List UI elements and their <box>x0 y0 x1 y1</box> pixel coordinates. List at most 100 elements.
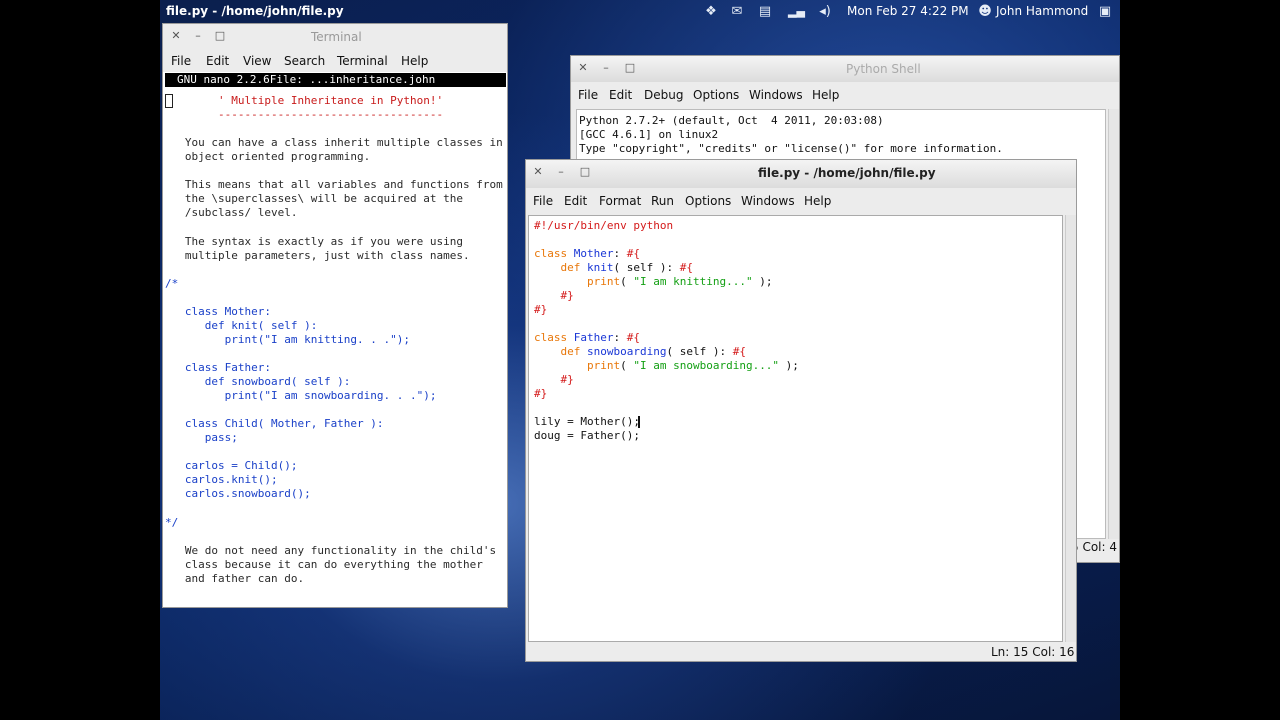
menu-view[interactable]: View <box>243 54 271 68</box>
menu-edit[interactable]: Edit <box>609 88 632 102</box>
menu-terminal[interactable]: Terminal <box>337 54 388 68</box>
nano-line: ' Multiple Inheritance in Python!' <box>165 94 444 107</box>
nano-line: class Child( Mother, Father ): <box>165 417 384 431</box>
menu-format[interactable]: Format <box>599 194 641 208</box>
nano-line: class Mother: <box>165 304 271 318</box>
code-line: #} <box>534 303 548 316</box>
shell-line: Type "copyright", "credits" or "license(… <box>579 142 1003 155</box>
code-line: #} <box>560 373 574 386</box>
terminal-window: ✕ – □ Terminal File Edit View Search Ter… <box>162 23 508 608</box>
nano-line: class Father: <box>165 360 271 374</box>
nano-line: carlos = Child(); <box>165 459 298 473</box>
maximize-icon[interactable]: □ <box>578 165 592 179</box>
shell-line: [GCC 4.6.1] on linux2 <box>579 128 719 141</box>
menu-file[interactable]: File <box>171 54 191 68</box>
nano-line: /* <box>165 276 179 290</box>
menu-file[interactable]: File <box>533 194 553 208</box>
menu-help[interactable]: Help <box>804 194 831 208</box>
editor-titlebar[interactable]: ✕ – □ file.py - /home/john/file.py <box>526 160 1076 188</box>
maximize-icon[interactable]: □ <box>623 61 637 75</box>
nano-status-bar: GNU nano 2.2.6File: ...inheritance.john <box>165 73 506 87</box>
minimize-icon[interactable]: – <box>554 165 568 179</box>
menu-edit[interactable]: Edit <box>206 54 229 68</box>
code-line: print( "I am knitting..." ); <box>586 275 773 288</box>
nano-line: def snowboard( self ): <box>165 375 351 388</box>
menu-file[interactable]: File <box>578 88 598 102</box>
editor-status: Ln: 15 Col: 16 <box>991 645 1075 659</box>
editor-scrollbar[interactable] <box>1065 215 1076 642</box>
text-cursor <box>638 416 640 428</box>
menu-windows[interactable]: Windows <box>749 88 803 102</box>
dropbox-icon[interactable]: ❖ <box>703 3 719 20</box>
window-title: file.py - /home/john/file.py <box>758 166 936 180</box>
nano-line: The syntax is exactly as if you were usi… <box>165 234 464 248</box>
nano-line: /subclass/ level. <box>165 206 298 220</box>
code-line: doug = Father(); <box>534 429 640 442</box>
nano-line: pass; <box>165 431 238 445</box>
clipboard-icon[interactable]: ▤ <box>757 3 773 20</box>
nano-line: print("I am knitting. . ."); <box>165 332 411 346</box>
nano-line: multiple parameters, just with class nam… <box>165 248 470 262</box>
mail-icon[interactable]: ✉ <box>728 3 746 20</box>
active-window-title[interactable]: file.py - /home/john/file.py <box>166 4 344 18</box>
code-line: class Father: #{ <box>534 331 640 344</box>
nano-line: You can have a class inherit multiple cl… <box>165 136 503 150</box>
code-editor[interactable]: #!/usr/bin/env python class Mother: #{ d… <box>528 215 1063 642</box>
nano-line: carlos.knit(); <box>165 473 278 487</box>
nano-line: class because it can do everything the m… <box>165 557 483 571</box>
top-panel: file.py - /home/john/file.py ❖ ✉ ▤ ▂▄ ◂)… <box>160 0 1120 24</box>
volume-icon[interactable]: ◂) <box>817 3 833 20</box>
python-shell-scrollbar[interactable] <box>1108 109 1119 539</box>
minimize-icon[interactable]: – <box>191 29 205 43</box>
close-icon[interactable]: ✕ <box>531 165 545 179</box>
python-shell-status: 5 Col: 4 <box>1071 540 1117 554</box>
nano-line: the \superclasses\ will be acquired at t… <box>165 192 464 206</box>
minimize-icon[interactable]: – <box>599 61 613 75</box>
display-icon[interactable]: ▣ <box>1095 3 1115 20</box>
menu-debug[interactable]: Debug <box>644 88 683 102</box>
terminal-titlebar[interactable]: ✕ – □ Terminal <box>163 24 507 50</box>
nano-line: We do not need any functionality in the … <box>165 543 497 557</box>
nano-line: print("I am snowboarding. . ."); <box>165 389 437 403</box>
desktop: file.py - /home/john/file.py ❖ ✉ ▤ ▂▄ ◂)… <box>160 0 1120 720</box>
code-line: lily = Mother(); <box>534 415 640 428</box>
editor-menubar: File Edit Format Run Options Windows Hel… <box>526 190 1076 212</box>
code-line: def knit( self ): #{ <box>560 261 693 274</box>
nano-line: This means that all variables and functi… <box>165 178 503 192</box>
close-icon[interactable]: ✕ <box>169 29 183 43</box>
code-line: class Mother: #{ <box>534 247 640 260</box>
menu-options[interactable]: Options <box>693 88 739 102</box>
code-line: def snowboarding( self ): #{ <box>560 345 746 358</box>
window-title: Terminal <box>311 30 362 44</box>
menu-options[interactable]: Options <box>685 194 731 208</box>
python-shell-menubar: File Edit Debug Options Windows Help <box>571 84 1119 106</box>
code-line: #} <box>560 289 574 302</box>
shell-line: Python 2.7.2+ (default, Oct 4 2011, 20:0… <box>579 114 884 127</box>
code-line: print( "I am snowboarding..." ); <box>586 359 799 372</box>
maximize-icon[interactable]: □ <box>213 29 227 43</box>
menu-help[interactable]: Help <box>812 88 839 102</box>
nano-line: def knit( self ): <box>165 318 318 332</box>
nano-line: ---------------------------------- <box>165 108 444 122</box>
menu-help[interactable]: Help <box>401 54 428 68</box>
menu-search[interactable]: Search <box>284 54 325 68</box>
user-icon[interactable]: ☻ <box>977 3 993 20</box>
network-signal-icon[interactable]: ▂▄ <box>788 3 805 20</box>
nano-line: */ <box>165 515 179 529</box>
code-line: #} <box>534 387 548 400</box>
user-name[interactable]: John Hammond <box>996 4 1088 18</box>
editor-window: ✕ – □ file.py - /home/john/file.py File … <box>525 159 1077 662</box>
clock[interactable]: Mon Feb 27 4:22 PM <box>847 4 969 18</box>
window-title: Python Shell <box>846 62 921 76</box>
close-icon[interactable]: ✕ <box>576 61 590 75</box>
nano-line: carlos.snowboard(); <box>165 487 311 501</box>
menu-windows[interactable]: Windows <box>741 194 795 208</box>
menu-edit[interactable]: Edit <box>564 194 587 208</box>
menu-run[interactable]: Run <box>651 194 674 208</box>
nano-text-area[interactable]: ' Multiple Inheritance in Python!' -----… <box>163 88 507 607</box>
nano-line: object oriented programming. <box>165 150 371 164</box>
terminal-menubar: File Edit View Search Terminal Help <box>163 50 507 72</box>
nano-line: and father can do. <box>165 571 305 585</box>
code-line: #!/usr/bin/env python <box>534 219 674 232</box>
python-shell-titlebar[interactable]: ✕ – □ Python Shell <box>571 56 1119 82</box>
